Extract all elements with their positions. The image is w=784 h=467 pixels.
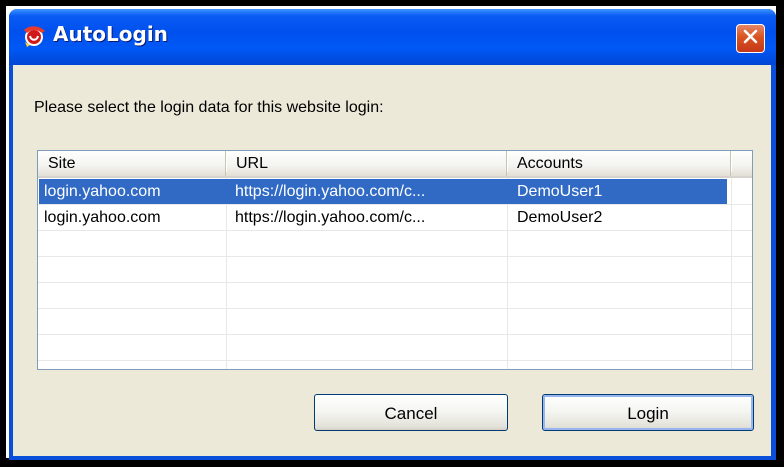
row-gridline — [38, 282, 752, 283]
cell-account: DemoUser2 — [517, 209, 603, 226]
row-gridline — [38, 334, 752, 335]
row-gridline — [38, 256, 752, 257]
list-header: Site URL Accounts — [38, 151, 752, 178]
cell-site: login.yahoo.com — [44, 183, 161, 200]
cell-account: DemoUser1 — [517, 183, 603, 200]
row-gridline — [38, 308, 752, 309]
autologin-dialog: AutoLogin Please select the login data f… — [9, 9, 776, 460]
cell-url: https://login.yahoo.com/c... — [235, 183, 426, 200]
table-row-selected[interactable]: login.yahoo.com https://login.yahoo.com/… — [39, 179, 727, 204]
prompt-text: Please select the login data for this we… — [34, 99, 384, 116]
login-button[interactable]: Login — [542, 394, 754, 431]
title-bar[interactable]: AutoLogin — [9, 9, 776, 65]
close-icon — [743, 29, 758, 49]
column-header-url[interactable]: URL — [226, 151, 508, 176]
column-header-accounts[interactable]: Accounts — [507, 151, 732, 176]
window-title: AutoLogin — [53, 22, 168, 46]
close-button[interactable] — [736, 24, 765, 53]
column-header-site[interactable]: Site — [38, 151, 227, 176]
dialog-body: Please select the login data for this we… — [13, 65, 771, 456]
cancel-button[interactable]: Cancel — [314, 394, 508, 431]
login-data-list[interactable]: Site URL Accounts login.yahoo.com https:… — [37, 150, 753, 370]
cell-url: https://login.yahoo.com/c... — [235, 209, 426, 226]
row-gridline — [38, 230, 752, 231]
table-row[interactable]: login.yahoo.com https://login.yahoo.com/… — [39, 205, 727, 230]
cell-site: login.yahoo.com — [44, 209, 161, 226]
row-gridline — [38, 360, 752, 361]
column-header-filler — [731, 151, 752, 176]
autologin-icon — [21, 23, 47, 49]
column-divider — [731, 178, 732, 369]
